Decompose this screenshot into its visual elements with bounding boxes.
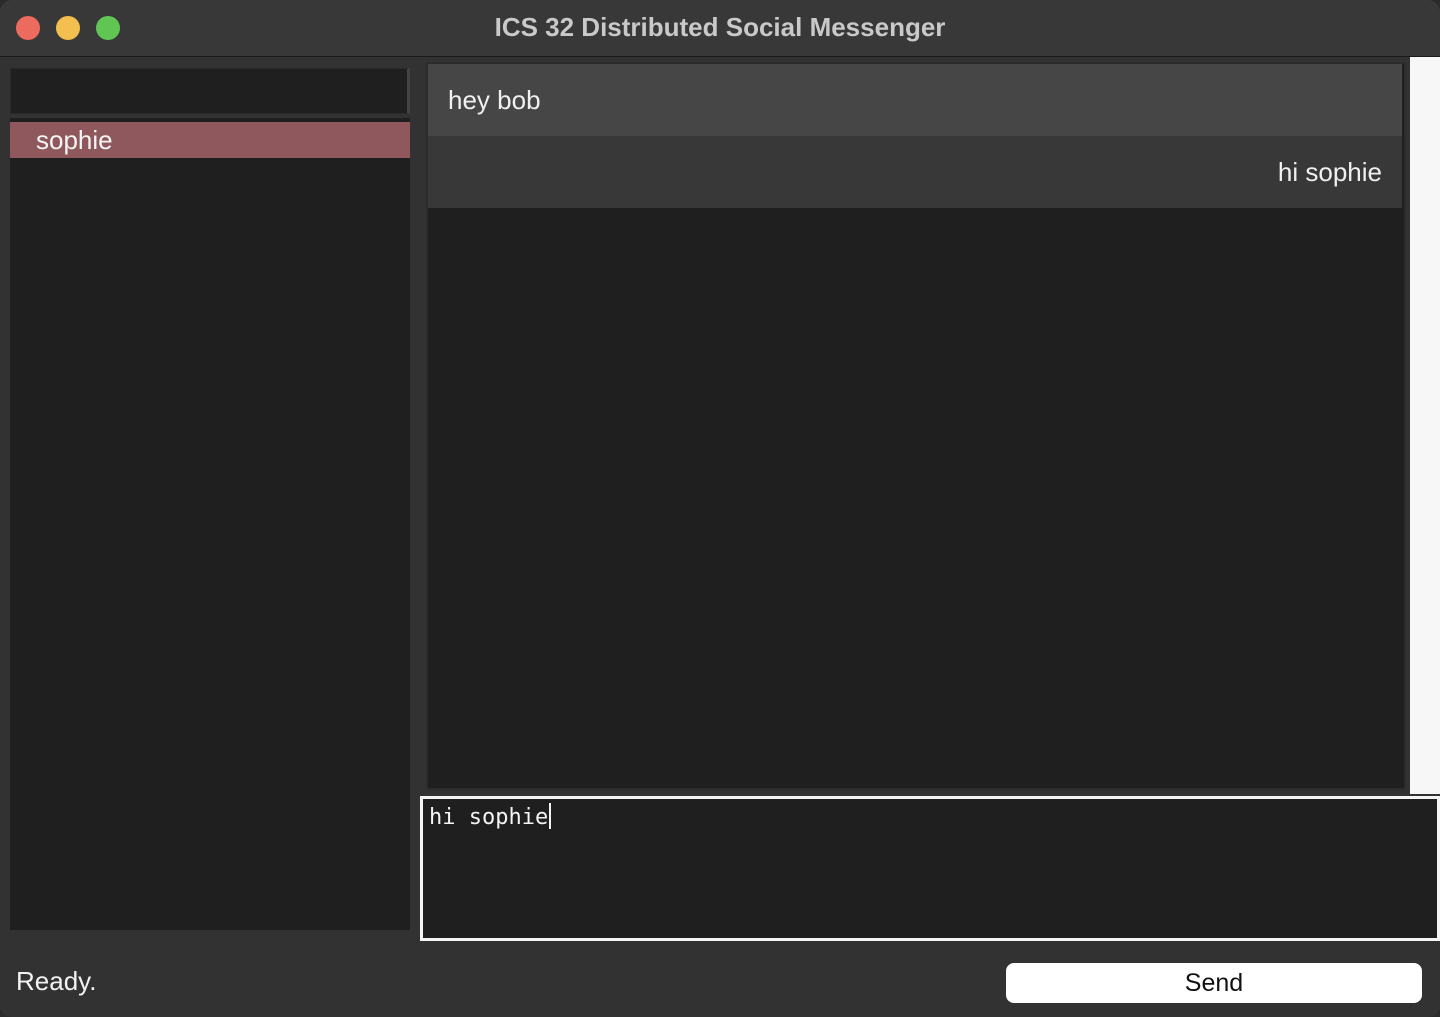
status-text: Ready. — [16, 966, 97, 996]
message-input-text: hi sophie — [429, 805, 549, 830]
contact-header-field[interactable] — [10, 68, 410, 114]
window-title: ICS 32 Distributed Social Messenger — [494, 12, 946, 42]
contact-list[interactable]: sophie — [10, 118, 410, 930]
messenger-window: ICS 32 Distributed Social Messenger soph… — [0, 0, 1440, 1017]
text-caret — [549, 803, 552, 829]
message-input[interactable]: hi sophie — [420, 796, 1440, 941]
incoming-message: hey bob — [428, 64, 1402, 136]
title-bar: ICS 32 Distributed Social Messenger — [0, 0, 1440, 57]
send-button[interactable]: Send — [1006, 963, 1422, 1003]
message-history[interactable]: hey bob hi sophie — [426, 62, 1406, 790]
right-panel-strip — [1410, 57, 1440, 794]
contact-item-sophie[interactable]: sophie — [10, 122, 410, 158]
outgoing-message: hi sophie — [428, 136, 1402, 208]
